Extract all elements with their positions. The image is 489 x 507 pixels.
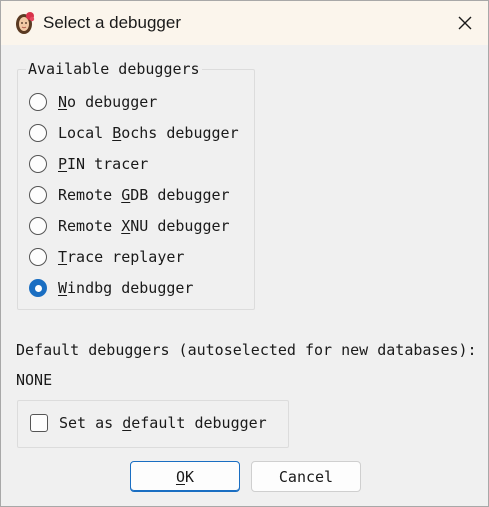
default-debuggers-label: Default debuggers (autoselected for new … — [16, 341, 477, 359]
set-default-debugger-checkbox[interactable]: Set as default debugger — [30, 414, 267, 432]
radio-button[interactable] — [29, 248, 47, 266]
radio-label: PIN tracer — [58, 155, 149, 173]
available-debuggers-group: Available debuggers No debugger Local Bo… — [17, 61, 255, 310]
ok-button[interactable]: OK — [130, 461, 240, 492]
radio-button[interactable] — [29, 217, 47, 235]
cancel-button[interactable]: Cancel — [251, 461, 361, 492]
radio-local-bochs-debugger[interactable]: Local Bochs debugger — [29, 121, 249, 145]
default-debuggers-value: NONE — [16, 371, 53, 389]
radio-button[interactable] — [29, 93, 47, 111]
radio-button[interactable] — [29, 186, 47, 204]
radio-label: Local Bochs debugger — [58, 124, 239, 142]
default-checkbox-group: Set as default debugger — [17, 400, 289, 448]
radio-pin-tracer[interactable]: PIN tracer — [29, 152, 249, 176]
radio-remote-xnu-debugger[interactable]: Remote XNU debugger — [29, 214, 249, 238]
radio-label: Windbg debugger — [58, 279, 194, 297]
checkbox-label: Set as default debugger — [59, 414, 267, 432]
dialog-title: Select a debugger — [43, 13, 181, 32]
radio-remote-gdb-debugger[interactable]: Remote GDB debugger — [29, 183, 249, 207]
radio-label: Remote GDB debugger — [58, 186, 230, 204]
close-icon — [458, 16, 472, 30]
radio-button-selected[interactable] — [29, 279, 47, 297]
group-title: Available debuggers — [26, 60, 202, 78]
radio-no-debugger[interactable]: No debugger — [29, 90, 249, 114]
radio-button[interactable] — [29, 155, 47, 173]
ida-app-icon — [16, 12, 35, 34]
radio-button[interactable] — [29, 124, 47, 142]
radio-label: No debugger — [58, 93, 158, 111]
radio-label: Remote XNU debugger — [58, 217, 230, 235]
radio-trace-replayer[interactable]: Trace replayer — [29, 245, 249, 269]
radio-windbg-debugger[interactable]: Windbg debugger — [29, 276, 249, 300]
radio-label: Trace replayer — [58, 248, 185, 266]
title-bar: Select a debugger — [1, 1, 488, 45]
checkbox[interactable] — [30, 414, 48, 432]
select-debugger-dialog: Select a debugger Available debuggers No… — [0, 0, 489, 507]
close-button[interactable] — [442, 1, 488, 45]
